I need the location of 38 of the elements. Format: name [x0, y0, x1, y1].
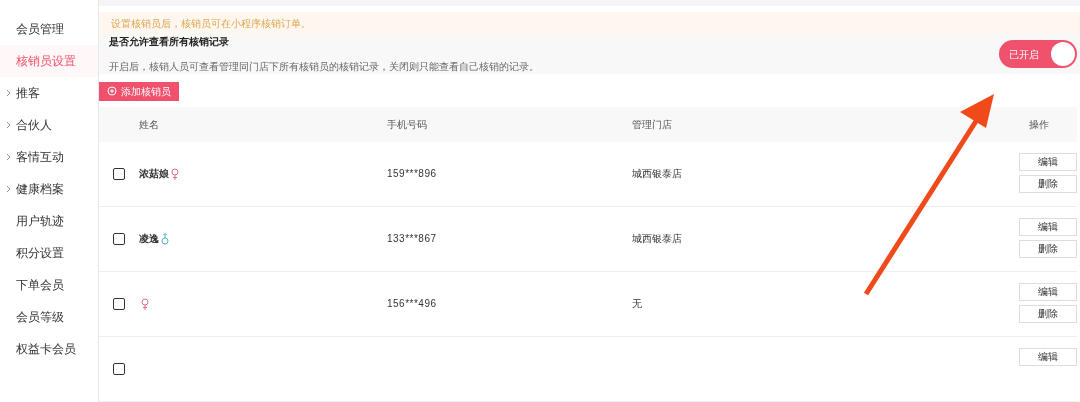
- column-header: 操作: [1029, 118, 1050, 132]
- sidebar-item[interactable]: 客情互动: [0, 141, 98, 173]
- phone-cell: 133***867: [387, 233, 437, 245]
- plus-circle-icon: [107, 86, 117, 97]
- edit-button[interactable]: 编辑: [1019, 283, 1077, 301]
- sidebar-item[interactable]: 用户轨迹: [0, 205, 98, 237]
- checkbox[interactable]: [113, 363, 125, 375]
- column-header: 姓名: [139, 118, 160, 132]
- delete-button[interactable]: 删除: [1019, 305, 1077, 323]
- column-header: 手机号码: [387, 118, 428, 132]
- notice-bar: 设置核销员后，核销员可在小程序核销订单。: [99, 12, 1080, 35]
- delete-button[interactable]: 删除: [1019, 175, 1077, 193]
- name-cell-text: 浓菇娘: [139, 167, 169, 182]
- sidebar-item[interactable]: 会员管理: [0, 13, 98, 45]
- setting-title: 是否允许查看所有核销记录: [109, 35, 230, 50]
- store-cell: 城西银泰店: [632, 233, 682, 245]
- column-header: 管理门店: [632, 118, 673, 132]
- edit-button[interactable]: 编辑: [1019, 218, 1077, 236]
- toggle-knob: [1051, 42, 1075, 67]
- store-cell: 无: [632, 298, 642, 310]
- sidebar-item[interactable]: 推客: [0, 77, 98, 109]
- checkbox[interactable]: [113, 233, 125, 245]
- sidebar-item[interactable]: 合伙人: [0, 109, 98, 141]
- sidebar-item[interactable]: 健康档案: [0, 173, 98, 205]
- sidebar-item[interactable]: 会员等级: [0, 301, 98, 333]
- edit-button[interactable]: 编辑: [1019, 153, 1077, 171]
- delete-button[interactable]: 删除: [1019, 240, 1077, 258]
- phone-cell: 156***496: [387, 298, 437, 310]
- edit-button[interactable]: 编辑: [1019, 348, 1077, 366]
- phone-cell: 159***896: [387, 168, 437, 180]
- checkbox[interactable]: [113, 168, 125, 180]
- sidebar-item[interactable]: 积分设置: [0, 237, 98, 269]
- store-cell: 城西银泰店: [632, 168, 682, 180]
- sidebar-item[interactable]: 权益卡会员: [0, 333, 98, 365]
- sidebar-item[interactable]: 下单会员: [0, 269, 98, 301]
- checkbox[interactable]: [113, 298, 125, 310]
- name-cell-text: 凌逸: [139, 232, 159, 247]
- setting-description: 开启后，核销人员可查看管理同门店下所有核销员的核销记录，关闭则只能查看自己核销的记录。: [109, 60, 540, 75]
